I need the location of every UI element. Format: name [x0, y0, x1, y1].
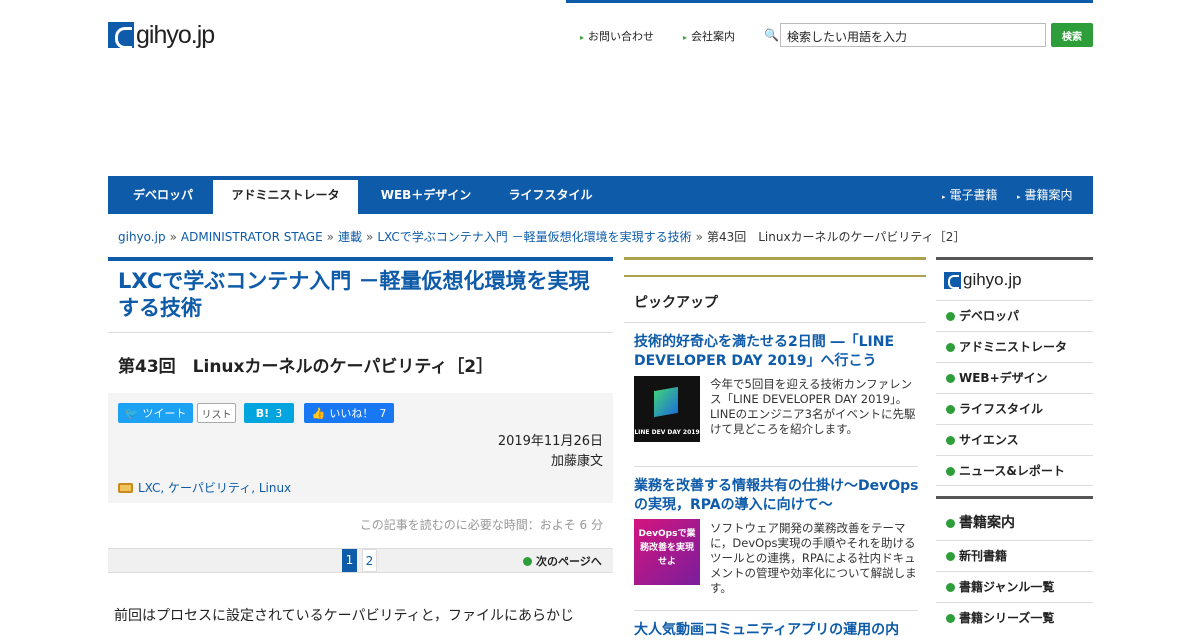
read-time: この記事を読むのに必要な時間：およそ 6 分: [359, 518, 603, 532]
article-tags[interactable]: LXC, ケーパビリティ, Linux: [118, 479, 291, 496]
pickup-item-text: ソフトウェア開発の業務改善をテーマに，DevOps実現の手順やそれを助けるツール…: [710, 521, 917, 595]
breadcrumb: gihyo.jp» ADMINISTRATOR STAGE» 連載» LXCで学ぶコン…: [118, 230, 966, 244]
breadcrumb-home[interactable]: gihyo.jp: [118, 230, 166, 244]
arrow-icon: [946, 467, 955, 476]
arrow-icon: [946, 343, 955, 352]
tweet-button[interactable]: 🐦 ツイート: [118, 403, 193, 423]
sidebar-item-developer[interactable]: デベロッパ: [936, 300, 1093, 331]
arrow-icon: [946, 405, 955, 414]
breadcrumb-stage[interactable]: ADMINISTRATOR STAGE: [181, 230, 323, 244]
contact-link[interactable]: ▸ お問い合わせ: [580, 28, 654, 44]
divider: [634, 610, 918, 611]
publish-date: 2019年11月26日: [497, 434, 603, 449]
next-page-link[interactable]: 次のページへ: [523, 553, 602, 569]
sidebar-item-news[interactable]: ニュース&レポート: [936, 455, 1093, 486]
pickup-item-text: 今年で5回目を迎える技術カンファレンス「LINE DEVELOPER DAY 2…: [710, 377, 916, 436]
books-link[interactable]: ▸ 書籍案内: [1017, 176, 1073, 214]
logo-mark-icon: [108, 22, 134, 49]
logo-text: gihyo.jp: [136, 20, 215, 49]
company-link[interactable]: ▸ 会社案内: [683, 28, 735, 44]
thumbs-up-icon: 👍: [311, 406, 326, 420]
pickup-heading: ピックアップ: [634, 295, 718, 311]
tab-lifestyle[interactable]: ライフスタイル: [493, 176, 608, 214]
page-1[interactable]: 1: [342, 549, 357, 572]
gihyo-logo[interactable]: gihyo.jp: [108, 18, 250, 52]
pickup-item-title[interactable]: 技術的好奇心を満たせる2日間 ―「LINE DEVELOPER DAY 2019…: [634, 333, 922, 371]
pickup-thumbnail[interactable]: LINE DEV DAY 2019: [634, 376, 700, 442]
sidebar-item-new-books[interactable]: 新刊書籍: [936, 540, 1093, 571]
pickup-item-title[interactable]: 業務を改善する情報共有の仕掛け～DevOpsの実現，RPAの導入に向けて～: [634, 477, 922, 515]
sidebar-item-science[interactable]: サイエンス: [936, 424, 1093, 455]
top-accent-bar: [566, 0, 1093, 3]
arrow-icon: ▸: [683, 33, 688, 42]
search-input[interactable]: 検索したい用語を入力: [780, 23, 1046, 47]
divider: [634, 466, 918, 467]
tag-icon: [118, 483, 133, 493]
arrow-icon: [946, 374, 955, 383]
arrow-icon: ▸: [580, 33, 585, 42]
pickup-rule: [624, 275, 926, 277]
pickup-thumbnail[interactable]: DevOpsで業務改善を実現せよ: [634, 519, 700, 585]
breadcrumb-series-list[interactable]: 連載: [338, 230, 362, 244]
arrow-icon: [946, 583, 955, 592]
twitter-icon: 🐦: [124, 406, 139, 420]
sidebar-item-web-design[interactable]: WEB+デザイン: [936, 362, 1093, 393]
arrow-icon: [946, 519, 955, 528]
search-button[interactable]: 検索: [1051, 23, 1093, 47]
breadcrumb-series[interactable]: LXCで学ぶコンテナ入門 －軽量仮想化環境を実現する技術: [377, 230, 691, 244]
books-heading: 書籍案内: [946, 512, 1015, 532]
series-title[interactable]: LXCで学ぶコンテナ入門 －軽量仮想化環境を実現する技術: [118, 268, 608, 322]
divider: [108, 332, 613, 333]
main-nav: デベロッパ アドミニストレータ WEB＋デザイン ライフスタイル ▸ 電子書籍 ▸…: [108, 176, 1093, 214]
author-name[interactable]: 加藤康文: [551, 450, 603, 469]
arrow-icon: [946, 614, 955, 623]
sidebar-item-book-genres[interactable]: 書籍ジャンル一覧: [936, 571, 1093, 602]
search-icon: 🔍: [764, 28, 779, 42]
breadcrumb-current: 第43回 Linuxカーネルのケーパビリティ［2］: [706, 230, 966, 244]
pickup-item-title[interactable]: 大人気動画コミュニティアプリの運用の内: [634, 621, 922, 640]
arrow-icon: [946, 436, 955, 445]
sidebar-top-bar: [936, 257, 1093, 260]
tab-web-design[interactable]: WEB＋デザイン: [366, 176, 486, 214]
pickup-top-bar: [624, 257, 926, 260]
list-button[interactable]: リスト: [197, 403, 236, 423]
sidebar-logo[interactable]: gihyo.jp: [944, 270, 1022, 290]
arrow-icon: [946, 552, 955, 561]
arrow-icon: [946, 312, 955, 321]
arrow-icon: ▸: [942, 193, 946, 201]
divider: [624, 322, 926, 323]
tab-administrator[interactable]: アドミニストレータ: [213, 180, 358, 214]
logo-mark-icon: [944, 271, 961, 289]
sidebar-section-bar: [936, 496, 1093, 499]
tab-developer[interactable]: デベロッパ: [118, 176, 208, 214]
sidebar-item-lifestyle[interactable]: ライフスタイル: [936, 393, 1093, 424]
ebook-link[interactable]: ▸ 電子書籍: [942, 176, 998, 214]
cube-icon: [654, 386, 678, 418]
hatena-bookmark-button[interactable]: B! 3: [244, 403, 294, 423]
like-count: 7: [379, 406, 387, 420]
article-body: 前回はプロセスに設定されているケーパビリティと，ファイルにあらかじ: [114, 608, 575, 624]
arrow-icon: ▸: [1017, 193, 1021, 201]
sidebar-item-book-series[interactable]: 書籍シリーズ一覧: [936, 602, 1093, 633]
facebook-like-button[interactable]: 👍 いいね！ 7: [304, 403, 394, 423]
article-top-bar: [108, 257, 613, 261]
hatena-count: 3: [275, 406, 283, 420]
page-2[interactable]: 2: [362, 549, 377, 572]
article-title: 第43回 Linuxカーネルのケーパビリティ［2］: [118, 357, 494, 377]
sidebar-item-administrator[interactable]: アドミニストレータ: [936, 331, 1093, 362]
next-arrow-icon: [523, 557, 532, 566]
